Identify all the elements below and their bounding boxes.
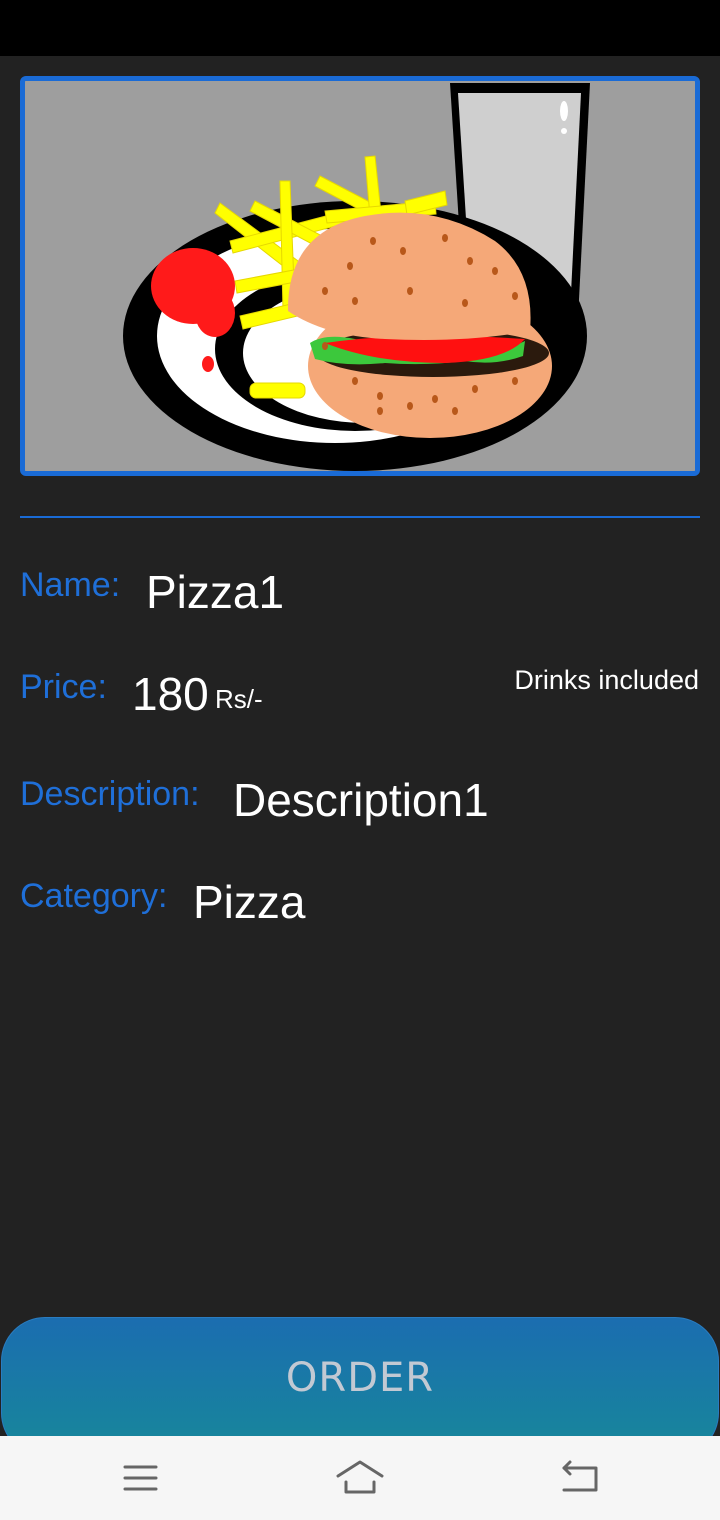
menu-icon[interactable]	[110, 1454, 170, 1504]
back-icon[interactable]	[550, 1454, 610, 1504]
drinks-included-note: Drinks included	[514, 665, 699, 695]
price-unit: Rs/-	[215, 684, 263, 714]
order-button-label: ORDER	[285, 1355, 435, 1401]
status-bar	[0, 0, 720, 56]
divider	[20, 516, 700, 518]
home-icon[interactable]	[330, 1454, 390, 1504]
price-value: 180	[132, 668, 209, 720]
price-label: Price:	[20, 668, 107, 706]
category-value: Pizza	[193, 876, 306, 928]
description-label: Description:	[20, 775, 200, 813]
description-value: Description1	[233, 774, 489, 826]
navigation-bar	[0, 1436, 720, 1520]
category-label: Category:	[20, 877, 168, 915]
name-label: Name:	[20, 566, 121, 604]
name-value: Pizza1	[146, 566, 285, 618]
product-image	[20, 76, 700, 476]
